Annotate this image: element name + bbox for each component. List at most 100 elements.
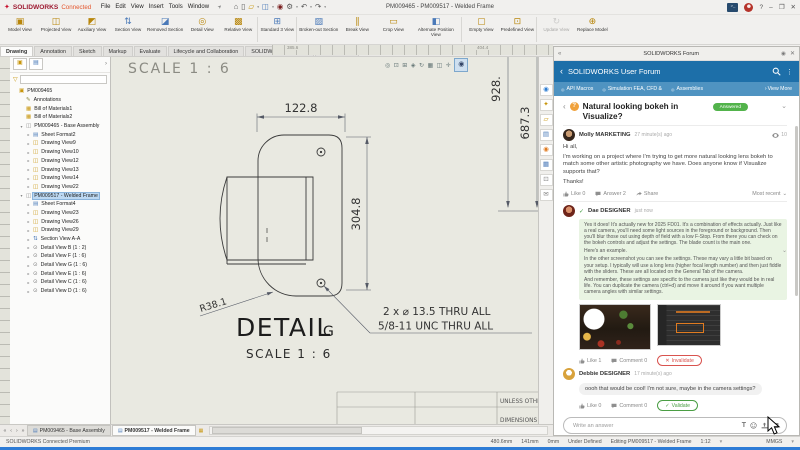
tab-lifecycle-and-collaboration[interactable]: Lifecycle and Collaboration <box>168 46 245 56</box>
ribbon-detail-view-button[interactable]: ◎Detail View <box>184 15 220 44</box>
sheet-tab-pm009465-base-assembly[interactable]: ▤PM009465 - Base Assembly <box>27 425 111 436</box>
kebab-menu-icon[interactable]: ⋮ <box>786 68 793 76</box>
appearances-icon[interactable]: ◉ <box>540 144 553 156</box>
tree-item-detail-view-e-1-6[interactable]: ▸⊙Detail View E (1 : 6) <box>10 269 110 278</box>
expand-arrow-icon[interactable]: ▸ <box>26 158 31 163</box>
tree-item-drawing-view9[interactable]: ▸◫Drawing View9 <box>10 139 110 148</box>
menu-view[interactable]: View <box>128 4 146 10</box>
command-console-icon[interactable]: >_ <box>727 3 738 12</box>
prev-sheet-icon[interactable]: ‹ <box>9 428 14 434</box>
headsup-icon-1[interactable]: ⊡ <box>394 62 399 69</box>
tree-item-detail-view-f-1-6[interactable]: ▸⊙Detail View F (1 : 6) <box>10 252 110 261</box>
headsup-icon-7[interactable]: ✛ <box>446 62 451 69</box>
sort-select[interactable]: Most recent⌄ <box>752 191 787 197</box>
like-button[interactable]: Like 0 <box>579 403 601 409</box>
plate-outline[interactable] <box>258 135 342 296</box>
headsup-icon-5[interactable]: ▦ <box>427 62 433 69</box>
question-author[interactable]: Molly MARKETING <box>579 132 631 138</box>
answer-button[interactable]: Answer 2 <box>595 191 625 197</box>
comment-button[interactable]: Comment 0 <box>611 403 647 409</box>
expand-arrow-icon[interactable]: ▸ <box>26 263 31 268</box>
thread-collapse-icon[interactable]: ⌄ <box>781 102 787 110</box>
design-library-icon[interactable]: ✦ <box>540 99 553 111</box>
forum-toggle-icon[interactable]: ◉ <box>454 58 468 72</box>
expand-arrow-icon[interactable]: ▸ <box>26 176 31 181</box>
file-explorer-icon[interactable]: ▱ <box>540 114 553 126</box>
display-manager-tab[interactable]: ▤ <box>29 58 43 70</box>
view-more-link[interactable]: ›View More <box>765 86 792 92</box>
first-sheet-icon[interactable]: « <box>2 428 8 434</box>
tree-item-pm009465[interactable]: ▣PM009465 <box>10 87 110 96</box>
close-panel-icon[interactable]: ✕ <box>790 50 795 57</box>
expand-arrow-icon[interactable]: ▸ <box>26 237 31 242</box>
forum-scrollbar[interactable] <box>795 126 798 296</box>
view-palette-icon[interactable]: ▤ <box>540 129 553 141</box>
last-sheet-icon[interactable]: » <box>20 428 26 434</box>
tree-item-drawing-view13[interactable]: ▸◫Drawing View13 <box>10 165 110 174</box>
dim-height-text[interactable]: 304.8 <box>349 198 363 231</box>
add-sheet-icon[interactable]: ▦ <box>199 428 204 434</box>
answer-input[interactable] <box>571 422 738 430</box>
thread-back-icon[interactable]: ‹ <box>563 102 566 111</box>
tree-item-pm009517-welded-frame[interactable]: ▾◫PM009517 - Welded Frame <box>10 191 110 200</box>
tree-item-detail-view-b-1-2[interactable]: ▸⊙Detail View B (1 : 2) <box>10 243 110 252</box>
expand-arrow-icon[interactable]: ▸ <box>26 254 31 259</box>
like-button[interactable]: Like 1 <box>579 358 601 364</box>
expand-arrow-icon[interactable]: ▸ <box>26 289 31 294</box>
bar-outline[interactable] <box>227 177 313 260</box>
radius-callout[interactable]: R38.1 <box>198 296 228 315</box>
ribbon-standard-3-view-button[interactable]: ⊞Standard 3 View <box>259 15 295 44</box>
tree-item-bill-of-materials1[interactable]: ▦Bill of Materials1 <box>10 104 110 113</box>
tree-item-section-view-a-a[interactable]: ▸⇅Section View A-A <box>10 235 110 244</box>
tree-item-sheet-format2[interactable]: ▸▤Sheet Format2 <box>10 130 110 139</box>
render-example-thumbnail[interactable] <box>579 304 651 350</box>
assembly-tree-tab[interactable]: ▣ <box>13 58 27 70</box>
forum-tab-api-macros[interactable]: ◎API Macros <box>561 86 593 92</box>
document-recovery-icon[interactable]: ⊡ <box>540 174 553 186</box>
tree-item-bill-of-materials2[interactable]: ▦Bill of Materials2 <box>10 113 110 122</box>
filter-funnel-icon[interactable]: ▽ <box>13 76 18 83</box>
tree-item-detail-view-g-1-6[interactable]: ▸⊙Detail View G (1 : 6) <box>10 261 110 270</box>
tree-item-annotations[interactable]: ✎Annotations <box>10 96 110 105</box>
comment-button[interactable]: Comment 0 <box>611 358 647 364</box>
pin-panel-icon[interactable]: ◉ <box>781 51 786 57</box>
expand-arrow-icon[interactable]: ▸ <box>26 280 31 285</box>
menu-window[interactable]: Window <box>185 4 211 10</box>
forum-tab-icon[interactable]: ✉ <box>540 189 553 201</box>
headsup-icon-3[interactable]: ◈ <box>411 62 416 69</box>
menu-tools[interactable]: Tools <box>166 4 185 10</box>
headsup-icon-4[interactable]: ↻ <box>419 62 424 69</box>
tab-sketch[interactable]: Sketch <box>73 46 101 56</box>
tree-item-drawing-view22[interactable]: ▸◫Drawing View22 <box>10 183 110 192</box>
ribbon-auxiliary-view-button[interactable]: ◩Auxiliary View <box>74 15 110 44</box>
horizontal-scrollbar[interactable] <box>209 426 548 435</box>
sheet-tab-pm009517-welded-frame[interactable]: ▤PM009517 - Welded Frame <box>112 425 196 436</box>
dim-inner-text[interactable]: 687.3 <box>518 107 532 140</box>
back-icon[interactable]: ‹ <box>560 67 563 76</box>
tree-item-pm009465-base-assembly[interactable]: ▾◫PM009465 - Base Assembly <box>10 122 110 131</box>
new-document-icon[interactable]: ▯ <box>241 2 245 12</box>
menu-file[interactable]: File <box>98 4 113 10</box>
tree-item-drawing-view29[interactable]: ▸◫Drawing View29 <box>10 226 110 235</box>
3dexperience-icon[interactable]: ◉ <box>540 84 553 96</box>
expand-arrow-icon[interactable]: ▸ <box>26 141 31 146</box>
share-button[interactable]: Share <box>636 191 658 197</box>
tree-item-drawing-view14[interactable]: ▸◫Drawing View14 <box>10 174 110 183</box>
pin-menu-icon[interactable]: ➤ <box>216 3 223 10</box>
ribbon-broken-out-section-button[interactable]: ▨Broken-out Section <box>298 15 339 44</box>
expand-arrow-icon[interactable]: ▸ <box>26 228 31 233</box>
invalidate-button[interactable]: ✕Invalidate <box>657 355 702 366</box>
tree-item-detail-view-c-1-6[interactable]: ▸⊙Detail View C (1 : 6) <box>10 278 110 287</box>
ribbon-empty-view-button[interactable]: ▢Empty View <box>463 15 499 44</box>
forum-tab-assemblies[interactable]: ◎Assemblies <box>671 86 703 92</box>
minimize-button[interactable]: – <box>769 4 773 11</box>
restore-button[interactable]: ❐ <box>779 3 785 11</box>
ribbon-relative-view-button[interactable]: ▩Relative View <box>220 15 256 44</box>
ribbon-replace-model-button[interactable]: ⊕Replace Model <box>574 15 610 44</box>
status-sheet-scale[interactable]: 1:12 <box>701 439 711 445</box>
tree-item-drawing-view10[interactable]: ▸◫Drawing View10 <box>10 148 110 157</box>
ribbon-model-view-button[interactable]: ▣Model View <box>2 15 38 44</box>
expand-arrow-icon[interactable]: ▸ <box>26 271 31 276</box>
tab-drawing[interactable]: Drawing <box>0 46 33 56</box>
camera-settings-thumbnail[interactable] <box>657 304 721 346</box>
